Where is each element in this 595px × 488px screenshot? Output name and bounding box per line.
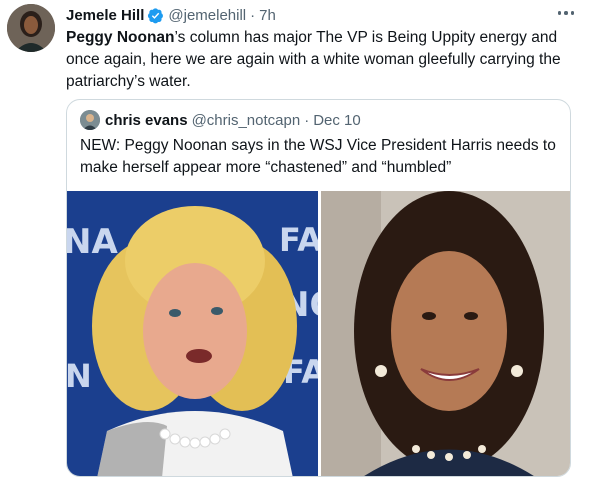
quoted-author-handle: @chris_notcapn: [191, 111, 301, 129]
bg-letters-n: N: [67, 357, 92, 395]
more-horizontal-icon[interactable]: [555, 6, 577, 20]
author-handle[interactable]: @jemelehill: [168, 7, 246, 24]
quoted-tweet-media: NA FA NO FA N: [67, 191, 570, 476]
tweet-time[interactable]: 7h: [259, 7, 276, 24]
quoted-author-avatar: [80, 110, 100, 130]
bg-letters-na: NA: [67, 222, 118, 262]
header-separator: ·: [250, 6, 256, 24]
verified-badge-icon: [147, 7, 164, 24]
quoted-tweet-date: Dec 10: [313, 111, 361, 129]
quoted-header-separator: ·: [304, 111, 310, 129]
peggy-noonan-photo[interactable]: NA FA NO FA N: [67, 191, 318, 476]
author-name[interactable]: Jemele Hill: [66, 7, 144, 24]
bg-letters-fa-top: FA: [279, 221, 318, 259]
author-avatar[interactable]: [7, 4, 55, 52]
quoted-tweet[interactable]: chris evans @chris_notcapn · Dec 10 NEW:…: [66, 99, 571, 477]
tweet[interactable]: Jemele Hill @jemelehill · 7h Peggy Noona…: [0, 0, 595, 488]
kamala-harris-photo[interactable]: [321, 191, 570, 476]
quoted-tweet-header: chris evans @chris_notcapn · Dec 10: [80, 110, 361, 130]
quoted-author-name: chris evans: [105, 111, 188, 129]
quoted-tweet-text: NEW: Peggy Noonan says in the WSJ Vice P…: [80, 137, 556, 176]
tweet-header: Jemele Hill @jemelehill · 7h: [66, 5, 276, 25]
tweet-text-mention: Peggy Noonan: [66, 29, 175, 46]
tweet-text: Peggy Noonan’s column has major The VP i…: [66, 27, 581, 93]
